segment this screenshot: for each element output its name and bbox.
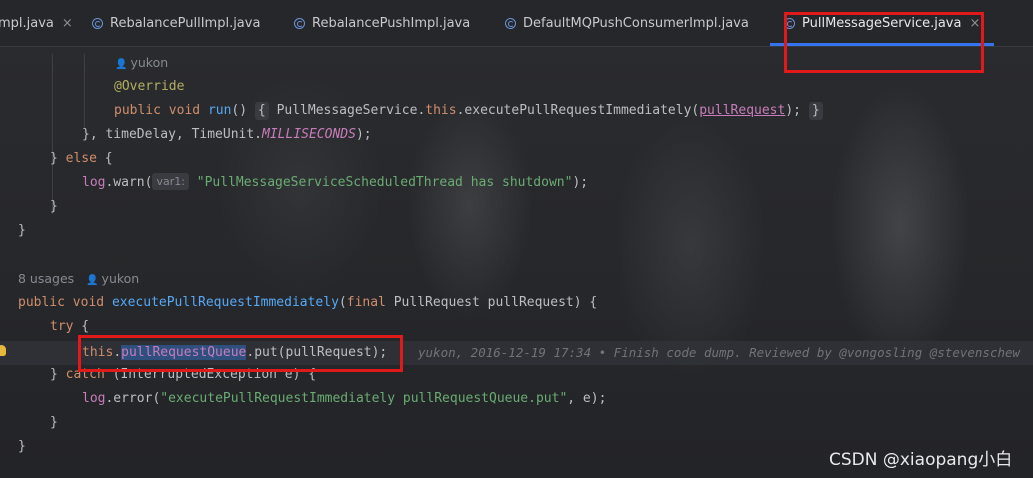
code-token: } [18,439,26,454]
person-icon: 👤 [115,59,128,70]
code-token: , e); [567,391,607,406]
keyword-token: void [72,295,105,310]
string-token: "executePullRequestImmediately pullReque… [160,391,568,406]
tab-label: RebalancePushImpl.java [312,15,471,31]
code-line: log.error("executePullRequestImmediately… [82,387,606,411]
code-token: } [50,415,58,430]
code-token: PullMessageService. [276,103,426,118]
annotation-token: @Override [114,79,185,94]
keyword-token: try [50,319,74,334]
code-editor[interactable]: 👤 yukon @Override public void run() { Pul… [0,46,1033,478]
code-token: .executePullRequestImmediately( [456,103,700,118]
tab-label: mpl.java [0,15,54,31]
constant-token: MILLISECONDS [262,127,356,142]
code-line: public void executePullRequestImmediatel… [18,291,597,315]
keyword-token: void [168,103,201,118]
code-token: PullRequest pullRequest) { [385,295,598,310]
keyword-token: else [65,151,97,166]
author-name: yukon [101,271,140,286]
code-token: ); [572,175,589,190]
tab-default-mq-push-consumer-impl[interactable]: DefaultMQPushConsumerImpl.java [505,0,749,46]
fold-marker[interactable]: { [254,102,269,120]
person-icon: 👤 [86,275,99,286]
keyword-token: this [425,103,457,118]
class-icon [294,17,305,29]
tab-rebalance-push-impl[interactable]: RebalancePushImpl.java [294,0,470,46]
keyword-token: public [114,103,161,118]
code-token: .warn( [105,175,153,190]
class-icon [505,17,516,29]
tab-label: RebalancePullImpl.java [110,15,261,31]
tab-rebalance-pull-impl[interactable]: RebalancePullImpl.java [92,0,260,46]
field-token: log [82,175,106,190]
code-line: public void run() { PullMessageService.t… [114,99,823,123]
indent-guide [84,54,85,128]
usages-count[interactable]: 8 usages [18,271,74,286]
string-token: "PullMessageServiceScheduledThread has s… [196,175,573,190]
code-line: } [50,195,58,219]
field-token: log [82,391,106,406]
code-line: @Override [114,75,184,99]
keyword-token: public [18,295,65,310]
code-line: log.warn(var1: "PullMessageServiceSchedu… [82,171,588,195]
code-line: } [18,435,26,459]
code-token: ); [785,103,801,118]
code-token: } [18,223,26,238]
watermark: CSDN @xiaopang小白 [829,450,1013,470]
author-name: yukon [130,55,169,70]
code-line: } [18,219,26,243]
indent-guide [52,54,53,214]
code-line: } else { [50,147,113,171]
code-token: } [50,151,66,166]
code-token: } [50,199,58,214]
annotation-box-code [78,335,403,372]
keyword-token: final [346,295,386,310]
git-blame-annotation: yukon, 2016-12-19 17:34 • Finish code du… [418,345,1021,360]
tab-impl[interactable]: mpl.java × [0,0,73,46]
method-name: executePullRequestImmediately [111,295,339,310]
lightbulb-icon[interactable] [0,345,6,356]
fold-marker[interactable]: } [808,102,823,120]
code-token: { [96,151,113,166]
code-token: ); [355,127,372,142]
parameter-hint: var1: [152,173,189,190]
close-icon[interactable]: × [62,16,73,31]
method-name: run [207,103,232,118]
code-token: } [50,367,66,382]
parens: () [231,103,248,118]
code-token: .error( [105,391,161,406]
tab-label: DefaultMQPushConsumerImpl.java [523,15,749,31]
code-token: ( [338,295,347,310]
code-line: } [50,411,58,435]
code-line: }, timeDelay, TimeUnit.MILLISECONDS); [82,123,372,147]
code-token: }, timeDelay, TimeUnit. [82,127,263,142]
param-token: pullRequest [699,103,786,118]
author-inlay[interactable]: 👤 yukon [115,51,168,75]
usages-inlay[interactable]: 8 usages 👤 yukon [18,267,139,291]
code-token: { [73,319,90,334]
class-icon [92,17,103,29]
